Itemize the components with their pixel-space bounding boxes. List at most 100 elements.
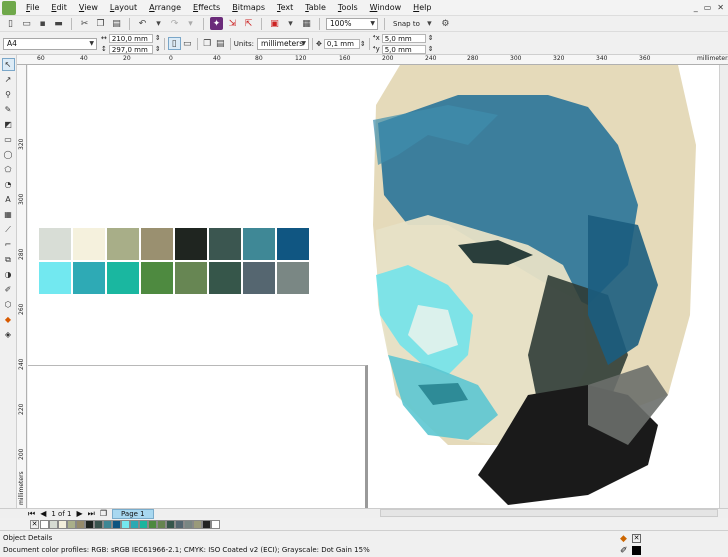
palette-color[interactable] — [121, 520, 130, 529]
eyedropper-tool-icon[interactable]: ✐ — [2, 283, 15, 296]
pick-tool-icon[interactable]: ↖ — [1, 58, 15, 71]
color-profiles-text[interactable]: Document color profiles: RGB: sRGB IEC61… — [3, 546, 370, 554]
all-pages-icon[interactable]: ❐ — [201, 37, 214, 50]
no-fill-icon[interactable]: ✕ — [632, 534, 641, 543]
welcome-screen-icon[interactable]: ▦ — [300, 17, 313, 30]
duplicate-x-field[interactable]: 5,0 mm — [381, 33, 426, 43]
menu-layout[interactable]: Layout — [104, 0, 143, 16]
page-tab[interactable]: Page 1 — [112, 508, 154, 519]
zoom-level-combo[interactable]: 100% ▼ — [326, 17, 378, 30]
units-combo[interactable]: millimeters ▼ — [257, 37, 310, 50]
basic-shapes-icon[interactable]: ◔ — [2, 178, 15, 191]
text-tool-icon[interactable]: A — [2, 193, 15, 206]
add-page-icon[interactable]: ❐ — [100, 509, 107, 518]
menu-table[interactable]: Table — [299, 0, 332, 16]
palette-color[interactable] — [112, 520, 121, 529]
menu-tools[interactable]: Tools — [332, 0, 364, 16]
palette-color[interactable] — [40, 520, 49, 529]
interactive-fill-icon[interactable]: ◈ — [2, 328, 15, 341]
fill-indicator-icon[interactable]: ◆ — [620, 534, 627, 544]
smart-fill-icon[interactable]: ◩ — [2, 118, 15, 131]
page-size-combo[interactable]: A4 ▼ — [3, 37, 97, 50]
print-icon[interactable]: ▬ — [52, 17, 65, 30]
no-color-icon[interactable]: ✕ — [30, 520, 39, 529]
connector-tool-icon[interactable]: ⌐ — [2, 238, 15, 251]
palette-color[interactable] — [166, 520, 175, 529]
transparency-tool-icon[interactable]: ◑ — [2, 268, 15, 281]
close-icon[interactable]: ✕ — [717, 3, 724, 12]
spin-icon[interactable]: ⇕ — [155, 34, 161, 42]
dimension-tool-icon[interactable]: ⟋ — [2, 223, 15, 236]
fill-tool-icon[interactable]: ◆ — [2, 313, 15, 326]
menu-edit[interactable]: Edit — [45, 0, 73, 16]
spin-icon[interactable]: ⇕ — [155, 45, 161, 53]
save-icon[interactable]: ▪ — [36, 17, 49, 30]
horizontal-ruler[interactable]: 60 40 20 0 40 80 120 160 200 240 280 300… — [17, 55, 728, 65]
import-icon[interactable]: ⇲ — [226, 17, 239, 30]
horizontal-scrollbar[interactable] — [380, 509, 718, 517]
palette-color[interactable] — [202, 520, 211, 529]
vertical-scrollbar[interactable] — [719, 65, 728, 508]
polygon-tool-icon[interactable]: ⬠ — [2, 163, 15, 176]
cut-icon[interactable]: ✂ — [78, 17, 91, 30]
options-icon[interactable]: ⚙ — [439, 17, 452, 30]
menu-view[interactable]: View — [73, 0, 104, 16]
search-content-icon[interactable]: ✦ — [210, 17, 223, 30]
palette-color[interactable] — [58, 520, 67, 529]
palette-color[interactable] — [211, 520, 220, 529]
menu-window[interactable]: Window — [364, 0, 408, 16]
outline-tool-icon[interactable]: ⬡ — [2, 298, 15, 311]
launcher-dropdown-icon[interactable]: ▾ — [284, 17, 297, 30]
application-launcher-icon[interactable]: ▣ — [268, 17, 281, 30]
menu-arrange[interactable]: Arrange — [143, 0, 187, 16]
spin-icon[interactable]: ⇕ — [428, 45, 434, 53]
outline-color-swatch[interactable] — [632, 546, 641, 555]
palette-color[interactable] — [157, 520, 166, 529]
palette-color[interactable] — [139, 520, 148, 529]
restore-icon[interactable]: ▭ — [704, 3, 712, 12]
freehand-tool-icon[interactable]: ✎ — [2, 103, 15, 116]
palette-color[interactable] — [85, 520, 94, 529]
paste-icon[interactable]: ▤ — [110, 17, 123, 30]
undo-icon[interactable]: ↶ — [136, 17, 149, 30]
palette-color[interactable] — [130, 520, 139, 529]
outline-indicator-icon[interactable]: ✐ — [620, 546, 628, 556]
menu-text[interactable]: Text — [271, 0, 299, 16]
palette-color[interactable] — [67, 520, 76, 529]
blend-tool-icon[interactable]: ⧉ — [2, 253, 15, 266]
spin-icon[interactable]: ⇕ — [360, 40, 366, 48]
redo-icon[interactable]: ↷ — [168, 17, 181, 30]
vertical-ruler[interactable]: 320 300 280 260 240 220 200 millimeters — [17, 65, 27, 508]
palette-color[interactable] — [184, 520, 193, 529]
export-icon[interactable]: ⇱ — [242, 17, 255, 30]
new-document-icon[interactable]: ▯ — [4, 17, 17, 30]
palette-color[interactable] — [175, 520, 184, 529]
portrait-illustration[interactable] — [28, 65, 719, 508]
menu-bitmaps[interactable]: Bitmaps — [226, 0, 271, 16]
landscape-icon[interactable]: ▭ — [181, 37, 194, 50]
next-page-icon[interactable]: ▶ — [76, 509, 82, 518]
rectangle-tool-icon[interactable]: ▭ — [2, 133, 15, 146]
palette-color[interactable] — [193, 520, 202, 529]
menu-file[interactable]: File — [20, 0, 45, 16]
portrait-icon[interactable]: ▯ — [167, 37, 181, 50]
prev-page-icon[interactable]: ◀ — [40, 509, 46, 518]
spin-icon[interactable]: ⇕ — [428, 34, 434, 42]
table-tool-icon[interactable]: ▦ — [2, 208, 15, 221]
undo-dropdown-icon[interactable]: ▾ — [152, 17, 165, 30]
palette-color[interactable] — [148, 520, 157, 529]
shape-tool-icon[interactable]: ↗ — [2, 73, 15, 86]
page-height-field[interactable]: 297,0 mm — [108, 44, 153, 54]
page-width-field[interactable]: 210,0 mm — [108, 33, 153, 43]
redo-dropdown-icon[interactable]: ▾ — [184, 17, 197, 30]
palette-color[interactable] — [94, 520, 103, 529]
current-page-icon[interactable]: ▤ — [214, 37, 227, 50]
copy-icon[interactable]: ❐ — [94, 17, 107, 30]
palette-color[interactable] — [49, 520, 58, 529]
menu-help[interactable]: Help — [407, 0, 437, 16]
last-page-icon[interactable]: ⏭ — [88, 509, 95, 519]
zoom-tool-icon[interactable]: ⚲ — [2, 88, 15, 101]
open-icon[interactable]: ▭ — [20, 17, 33, 30]
duplicate-y-field[interactable]: 5,0 mm — [381, 44, 426, 54]
ellipse-tool-icon[interactable]: ◯ — [2, 148, 15, 161]
